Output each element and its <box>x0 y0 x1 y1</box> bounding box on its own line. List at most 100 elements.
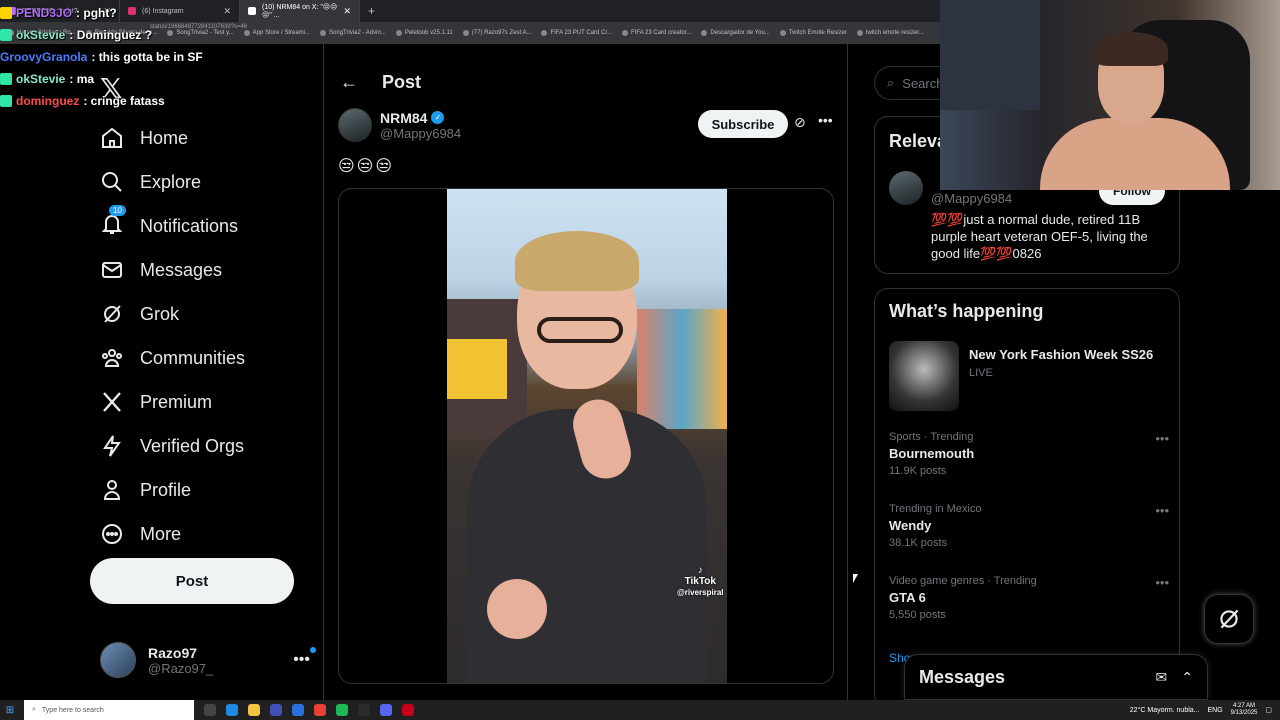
clock-date: 9/13/2025 <box>1230 710 1258 716</box>
more-dots-icon[interactable]: ••• <box>818 112 833 128</box>
grok-floating-button[interactable] <box>1204 594 1254 644</box>
nav-item-home[interactable]: Home <box>100 116 245 160</box>
avatar[interactable] <box>889 171 923 205</box>
relevant-handle: @Mappy6984 <box>931 191 1013 206</box>
trend-meta: Sports · Trending <box>889 431 974 443</box>
nav-item-communities[interactable]: Communities <box>100 336 245 380</box>
trend-item[interactable]: Video game genres · Trending GTA 6 5,550… <box>889 575 1169 621</box>
nav-label: Communities <box>140 347 246 368</box>
nav-item-grok[interactable]: Grok <box>100 292 245 336</box>
clock[interactable]: 4:27 AM 9/13/2025 <box>1231 703 1258 717</box>
subscribe-button[interactable]: Subscribe <box>698 110 788 138</box>
trend-count: 38.1K posts <box>889 537 948 549</box>
bookmark-item[interactable]: FIFA 23 PUT Card Cr... <box>541 30 612 36</box>
stream-chat-overlay: PEND3JO : pght? okStevie : Dominguez ? G… <box>0 2 260 112</box>
taskbar-search-placeholder: Type here to search <box>41 706 104 714</box>
author-name-row[interactable]: NRM84 ✓ <box>380 110 461 126</box>
nav-label: Premium <box>140 391 213 412</box>
more-dots-icon[interactable]: ••• <box>1155 431 1169 446</box>
nav-item-notifications[interactable]: 10 Notifications <box>100 204 245 248</box>
store-icon[interactable] <box>270 704 282 716</box>
live-event[interactable]: New York Fashion Week SS26 LIVE <box>889 341 1169 411</box>
taskbar-apps <box>204 704 414 716</box>
video-player[interactable]: ♪ TikTok @riverspiral <box>447 189 727 683</box>
post-media[interactable]: ♪ TikTok @riverspiral <box>338 188 834 684</box>
chat-message: GroovyGranola : this gotta be in SF <box>0 46 260 68</box>
mail-icon[interactable] <box>292 704 304 716</box>
taskbar-search-input[interactable]: ⌕ Type here to search <box>24 700 194 720</box>
trend-item[interactable]: Trending in Mexico Wendy 38.1K posts ••• <box>889 503 1169 549</box>
new-message-icon[interactable]: ✉ <box>1156 669 1168 686</box>
account-handle: @Razo97_ <box>148 660 214 676</box>
nav-item-more[interactable]: More <box>100 512 245 556</box>
trend-name: Wendy <box>889 518 932 533</box>
nav-item-profile[interactable]: Profile <box>100 468 245 512</box>
bookmark-item[interactable]: Twitch Emote Resizer <box>779 30 847 36</box>
lightning-icon <box>103 435 121 457</box>
nav-item-premium[interactable]: Premium <box>100 380 245 424</box>
bookmark-item[interactable]: (77) Razo97s Zest A... <box>462 30 531 36</box>
author-avatar[interactable] <box>338 108 372 142</box>
page-title: Post <box>382 72 422 92</box>
search-icon: ⌕ <box>887 75 895 90</box>
bookmark-item[interactable]: FIFA 23 Card creator... <box>622 30 691 36</box>
event-name: New York Fashion Week SS26 <box>969 347 1154 362</box>
chat-message: dominguez : cringe fatass <box>0 90 260 112</box>
spotify-icon[interactable] <box>336 704 348 716</box>
obs-icon[interactable] <box>358 704 370 716</box>
nav-label: More <box>140 523 182 544</box>
nav-item-messages[interactable]: Messages <box>100 248 245 292</box>
post-button[interactable]: Post <box>90 558 294 604</box>
post-text: 😒😒😒 <box>338 158 395 175</box>
post-header: ← Post <box>340 72 421 93</box>
author-name: NRM84 <box>380 109 428 126</box>
chat-text: : this gotta be in SF <box>91 50 203 64</box>
nav-item-verified-orgs[interactable]: Verified Orgs <box>100 424 245 468</box>
bookmark-item[interactable]: Peletoob v25.1.11 <box>395 30 453 36</box>
more-dots-icon[interactable]: ••• <box>1155 503 1169 518</box>
trend-meta: Video game genres · Trending <box>889 575 1037 587</box>
author-text: NRM84 ✓ @Mappy6984 <box>380 110 461 141</box>
webcam-person <box>1094 32 1168 66</box>
chat-text: : pght? <box>76 6 117 20</box>
grok-icon[interactable]: ⊘ <box>794 114 806 131</box>
more-dots-icon[interactable]: ••• <box>1155 575 1169 590</box>
trend-count: 11.9K posts <box>889 465 947 477</box>
account-name: Razo97 <box>148 644 198 661</box>
edge-icon[interactable] <box>226 704 238 716</box>
chrome-icon[interactable] <box>314 704 326 716</box>
bookmark-item[interactable]: SongTrivia2 - Advin... <box>320 30 386 36</box>
nav-item-explore[interactable]: Explore <box>100 160 245 204</box>
account-text: Razo97 @Razo97_ <box>148 645 213 676</box>
happening-title: What’s happening <box>889 301 1044 321</box>
messages-drawer[interactable]: Messages ✉ ⌃ <box>904 654 1208 700</box>
back-arrow-icon[interactable]: ← <box>340 72 358 93</box>
trend-item[interactable]: Sports · Trending Bournemouth 11.9K post… <box>889 431 1169 477</box>
envelope-icon <box>102 262 122 278</box>
file-explorer-icon[interactable] <box>248 704 260 716</box>
expand-up-icon[interactable]: ⌃ <box>1181 669 1193 686</box>
windows-start-icon[interactable]: ⊞ <box>0 705 20 716</box>
notification-center-icon[interactable]: ▢ <box>1265 706 1272 714</box>
more-dots-icon[interactable]: ••• <box>293 647 316 669</box>
close-icon[interactable]: ✕ <box>343 6 351 17</box>
bookmark-item[interactable]: twitch emote resizer... <box>856 30 924 36</box>
weather-widget[interactable]: 22°C Mayorm. nubla... <box>1130 707 1200 714</box>
relevant-bio: 💯💯just a normal dude, retired 11B purple… <box>931 212 1148 261</box>
task-view-icon[interactable] <box>204 704 216 716</box>
search-placeholder: Search <box>902 75 944 91</box>
app-icon[interactable] <box>402 704 414 716</box>
new-tab-icon[interactable]: + <box>360 4 383 18</box>
language-indicator[interactable]: ENG <box>1208 707 1223 714</box>
nav-label: Grok <box>140 303 180 324</box>
account-switcher[interactable]: Razo97 @Razo97_ ••• <box>100 642 316 678</box>
chat-username: dominguez <box>16 94 80 108</box>
nav-label: Messages <box>140 259 223 280</box>
bookmark-item[interactable]: Descargador de You... <box>701 30 770 36</box>
video-scene <box>637 309 727 429</box>
post-author: NRM84 ✓ @Mappy6984 <box>338 108 461 142</box>
avatar <box>100 642 136 678</box>
search-icon: ⌕ <box>32 706 36 713</box>
chat-username: okStevie <box>16 72 66 86</box>
discord-icon[interactable] <box>380 704 392 716</box>
